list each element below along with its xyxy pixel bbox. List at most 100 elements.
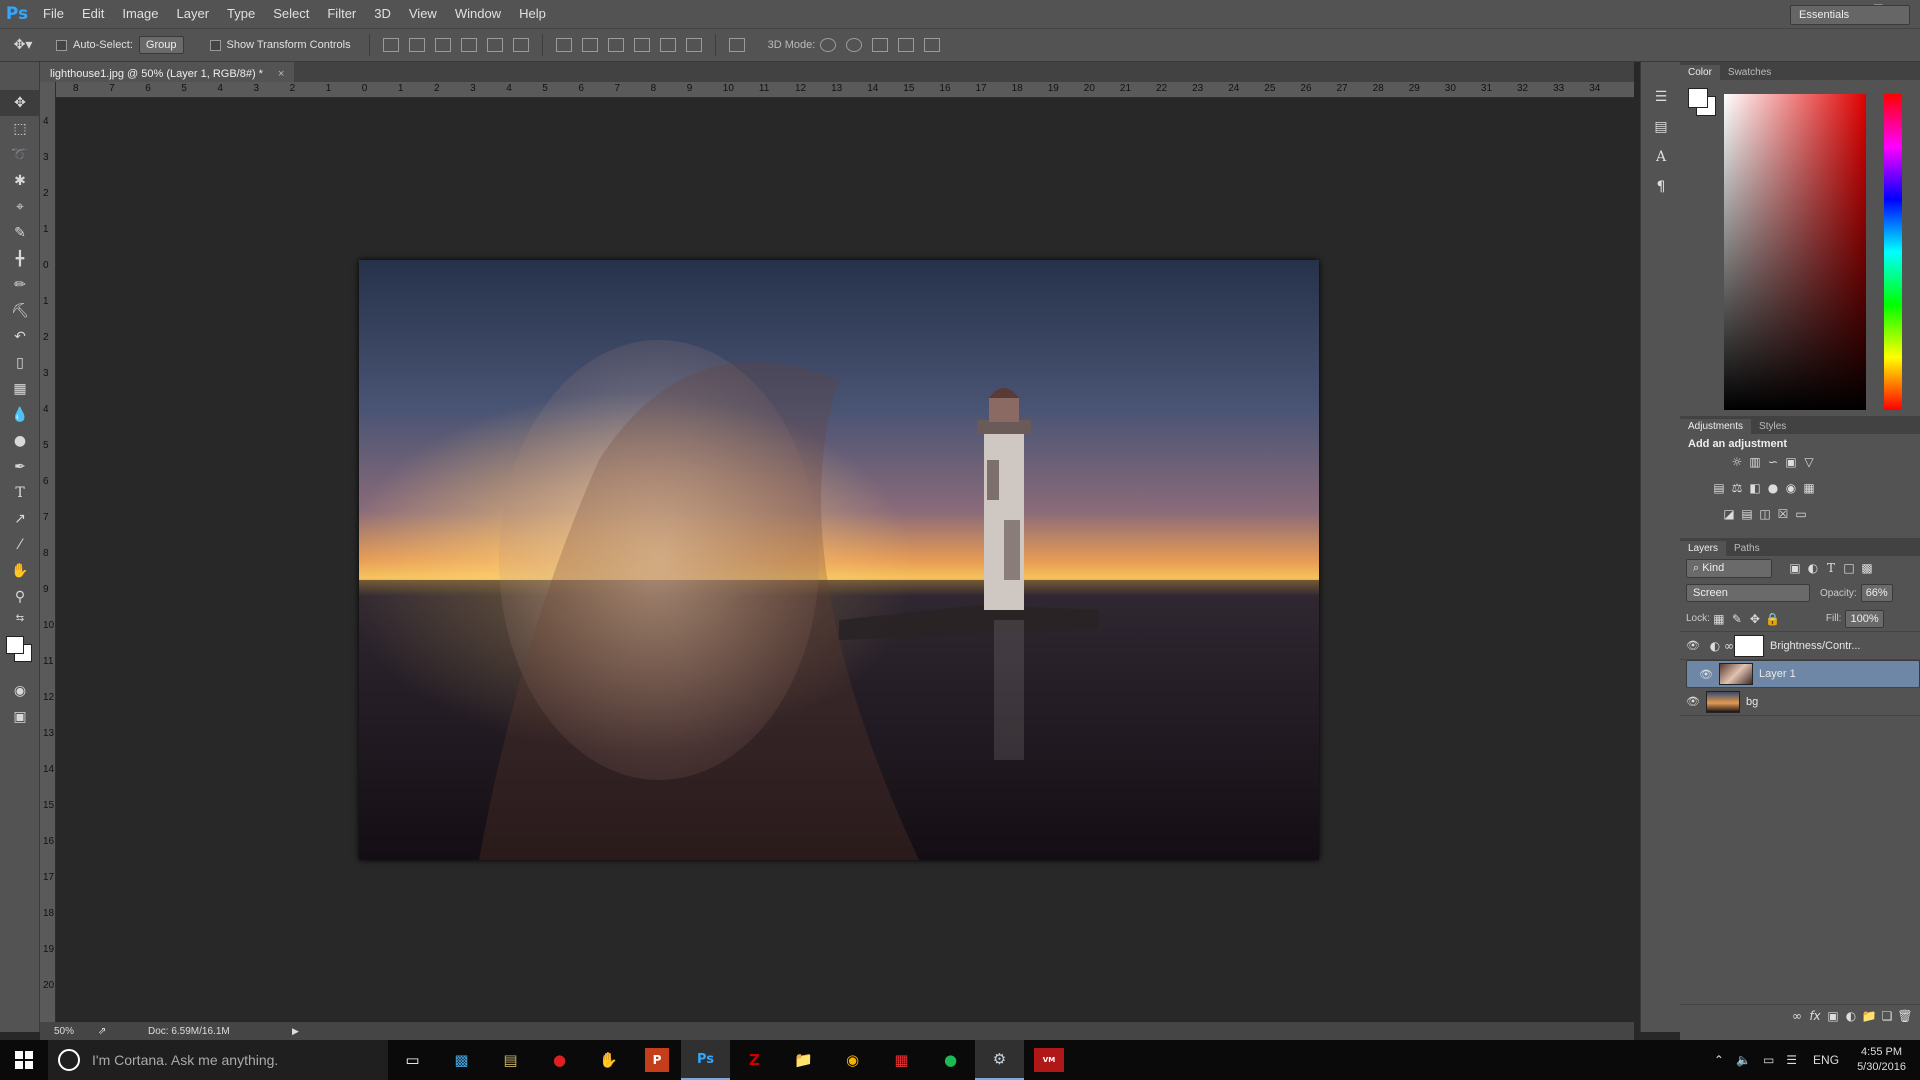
- align-vcenter-icon[interactable]: [408, 38, 425, 52]
- task-view-icon[interactable]: ▭: [388, 1040, 437, 1080]
- add-mask-icon[interactable]: ▣: [1824, 1008, 1842, 1024]
- menu-3d[interactable]: 3D: [365, 0, 400, 28]
- selective-color-icon[interactable]: ☒: [1774, 506, 1792, 522]
- layer-name[interactable]: Layer 1: [1759, 668, 1796, 680]
- action-center-icon[interactable]: ☰: [1786, 1053, 1797, 1067]
- document-tab[interactable]: lighthouse1.jpg @ 50% (Layer 1, RGB/8#) …: [40, 62, 295, 82]
- chrome-app-icon[interactable]: ◉: [828, 1040, 877, 1080]
- menu-filter[interactable]: Filter: [318, 0, 365, 28]
- auto-select-dropdown[interactable]: Group: [138, 36, 184, 54]
- 3d-roll-icon[interactable]: [846, 38, 863, 52]
- visibility-eye-icon[interactable]: 👁: [1680, 695, 1706, 708]
- menu-file[interactable]: File: [34, 0, 73, 28]
- 3d-drag-icon[interactable]: [872, 38, 889, 52]
- history-panel-icon[interactable]: ☰: [1641, 82, 1681, 112]
- volume-icon[interactable]: 🔈: [1736, 1053, 1751, 1067]
- tab-styles[interactable]: Styles: [1751, 419, 1794, 434]
- hue-slider[interactable]: [1884, 94, 1902, 410]
- record-app-icon[interactable]: ●: [535, 1040, 584, 1080]
- levels-icon[interactable]: ▥: [1746, 454, 1764, 470]
- history-brush-tool-icon[interactable]: ↶: [0, 324, 40, 350]
- menu-view[interactable]: View: [400, 0, 446, 28]
- channel-mixer-icon[interactable]: ◉: [1782, 480, 1800, 496]
- lock-position-icon[interactable]: ✥: [1746, 611, 1764, 627]
- filter-pixel-icon[interactable]: ▣: [1786, 560, 1804, 576]
- brush-tool-icon[interactable]: ✏: [0, 272, 40, 298]
- photo-filter-icon[interactable]: ●: [1764, 480, 1782, 496]
- status-menu-arrow-icon[interactable]: ▶: [292, 1026, 299, 1037]
- move-tool-preset-icon[interactable]: ✥▾: [0, 30, 46, 60]
- auto-select-checkbox[interactable]: [56, 39, 67, 51]
- new-adjustment-icon[interactable]: ◐: [1842, 1008, 1860, 1024]
- menu-help[interactable]: Help: [510, 0, 555, 28]
- tab-paths[interactable]: Paths: [1726, 541, 1768, 556]
- path-selection-tool-icon[interactable]: ↗: [0, 506, 40, 532]
- lock-all-icon[interactable]: 🔒: [1764, 611, 1782, 627]
- pen-tool-icon[interactable]: ✒: [0, 454, 40, 480]
- filter-adjustment-icon[interactable]: ◐: [1804, 560, 1822, 576]
- language-indicator[interactable]: ENG: [1813, 1053, 1839, 1067]
- opacity-input[interactable]: 66%: [1860, 584, 1893, 602]
- show-transform-checkbox[interactable]: [209, 39, 221, 51]
- panel-foreground-swatch[interactable]: [1688, 88, 1708, 108]
- magic-wand-tool-icon[interactable]: ✱: [0, 168, 40, 194]
- tab-swatches[interactable]: Swatches: [1720, 65, 1779, 80]
- character-panel-icon[interactable]: A: [1641, 142, 1681, 172]
- clone-stamp-tool-icon[interactable]: ⛏: [0, 298, 40, 324]
- distribute-top-icon[interactable]: [555, 38, 572, 52]
- filter-smart-object-icon[interactable]: ▩: [1858, 560, 1876, 576]
- hue-saturation-icon[interactable]: ▤: [1710, 480, 1728, 496]
- swap-colors-icon[interactable]: ⇆: [0, 610, 40, 626]
- layer-name[interactable]: bg: [1746, 696, 1758, 708]
- ruler-horizontal[interactable]: 8 7 6 5 4 3 2 1 0 1 2 3 4 5 6 7 8 9 10 11 12 13 14 15 16 17 18 19 20…: [56, 82, 1634, 98]
- distribute-right-icon[interactable]: [685, 38, 702, 52]
- curves-icon[interactable]: ∽: [1764, 454, 1782, 470]
- clock[interactable]: 4:55 PM 5/30/2016: [1857, 1045, 1906, 1075]
- share-icon[interactable]: ⇗: [98, 1026, 118, 1037]
- layer-row[interactable]: 👁 bg: [1680, 688, 1920, 716]
- zoom-tool-icon[interactable]: ⚲: [0, 584, 40, 610]
- color-balance-icon[interactable]: ⚖: [1728, 480, 1746, 496]
- crop-tool-icon[interactable]: ⌖: [0, 194, 40, 220]
- properties-panel-icon[interactable]: ▤: [1641, 112, 1681, 142]
- menu-window[interactable]: Window: [446, 0, 510, 28]
- line-tool-icon[interactable]: ⁄: [0, 532, 40, 558]
- visibility-eye-icon[interactable]: 👁: [1693, 668, 1719, 681]
- document-canvas[interactable]: [359, 260, 1319, 860]
- network-icon[interactable]: ▭: [1763, 1053, 1774, 1067]
- menu-type[interactable]: Type: [218, 0, 264, 28]
- paragraph-panel-icon[interactable]: ¶: [1641, 172, 1681, 202]
- distribute-left-icon[interactable]: [633, 38, 650, 52]
- new-layer-icon[interactable]: ❏: [1878, 1008, 1896, 1024]
- foreground-color-swatch[interactable]: [6, 636, 24, 654]
- distribute-hcenter-icon[interactable]: [659, 38, 676, 52]
- notepad-app-icon[interactable]: ▤: [486, 1040, 535, 1080]
- steam-app-icon[interactable]: ⚙: [975, 1040, 1024, 1080]
- threshold-icon[interactable]: ◫: [1756, 506, 1774, 522]
- spotify-app-icon[interactable]: ●: [926, 1040, 975, 1080]
- windows-start-icon[interactable]: [0, 1040, 48, 1080]
- lock-transparent-icon[interactable]: ▦: [1710, 611, 1728, 627]
- align-bottom-icon[interactable]: [434, 38, 451, 52]
- new-group-icon[interactable]: 📁: [1860, 1008, 1878, 1024]
- healing-brush-tool-icon[interactable]: ╋: [0, 246, 40, 272]
- blend-mode-dropdown[interactable]: Screen: [1686, 584, 1810, 602]
- link-icon[interactable]: ∞: [1724, 638, 1734, 654]
- dodge-tool-icon[interactable]: ●: [0, 428, 40, 454]
- 3d-scale-icon[interactable]: [924, 38, 941, 52]
- vibrance-icon[interactable]: ▽: [1800, 454, 1818, 470]
- voicemeeter-app-icon[interactable]: VM: [1034, 1048, 1064, 1072]
- layer-row[interactable]: 👁 ◐ ∞ Brightness/Contr...: [1680, 632, 1920, 660]
- cortana-search[interactable]: I'm Cortana. Ask me anything.: [48, 1040, 388, 1080]
- marquee-tool-icon[interactable]: ⬚: [0, 116, 40, 142]
- hand-tool-icon[interactable]: ✋: [0, 558, 40, 584]
- tray-expand-icon[interactable]: ⌃: [1714, 1053, 1724, 1067]
- brightness-contrast-icon[interactable]: ☼: [1728, 454, 1746, 470]
- tab-close-icon[interactable]: ×: [278, 68, 284, 80]
- invert-icon[interactable]: ◪: [1720, 506, 1738, 522]
- lasso-tool-icon[interactable]: ➰: [0, 142, 40, 168]
- filezilla-app-icon[interactable]: Z: [730, 1040, 779, 1080]
- black-white-icon[interactable]: ◧: [1746, 480, 1764, 496]
- visibility-eye-icon[interactable]: 👁: [1680, 639, 1706, 652]
- tab-color[interactable]: Color: [1680, 65, 1720, 80]
